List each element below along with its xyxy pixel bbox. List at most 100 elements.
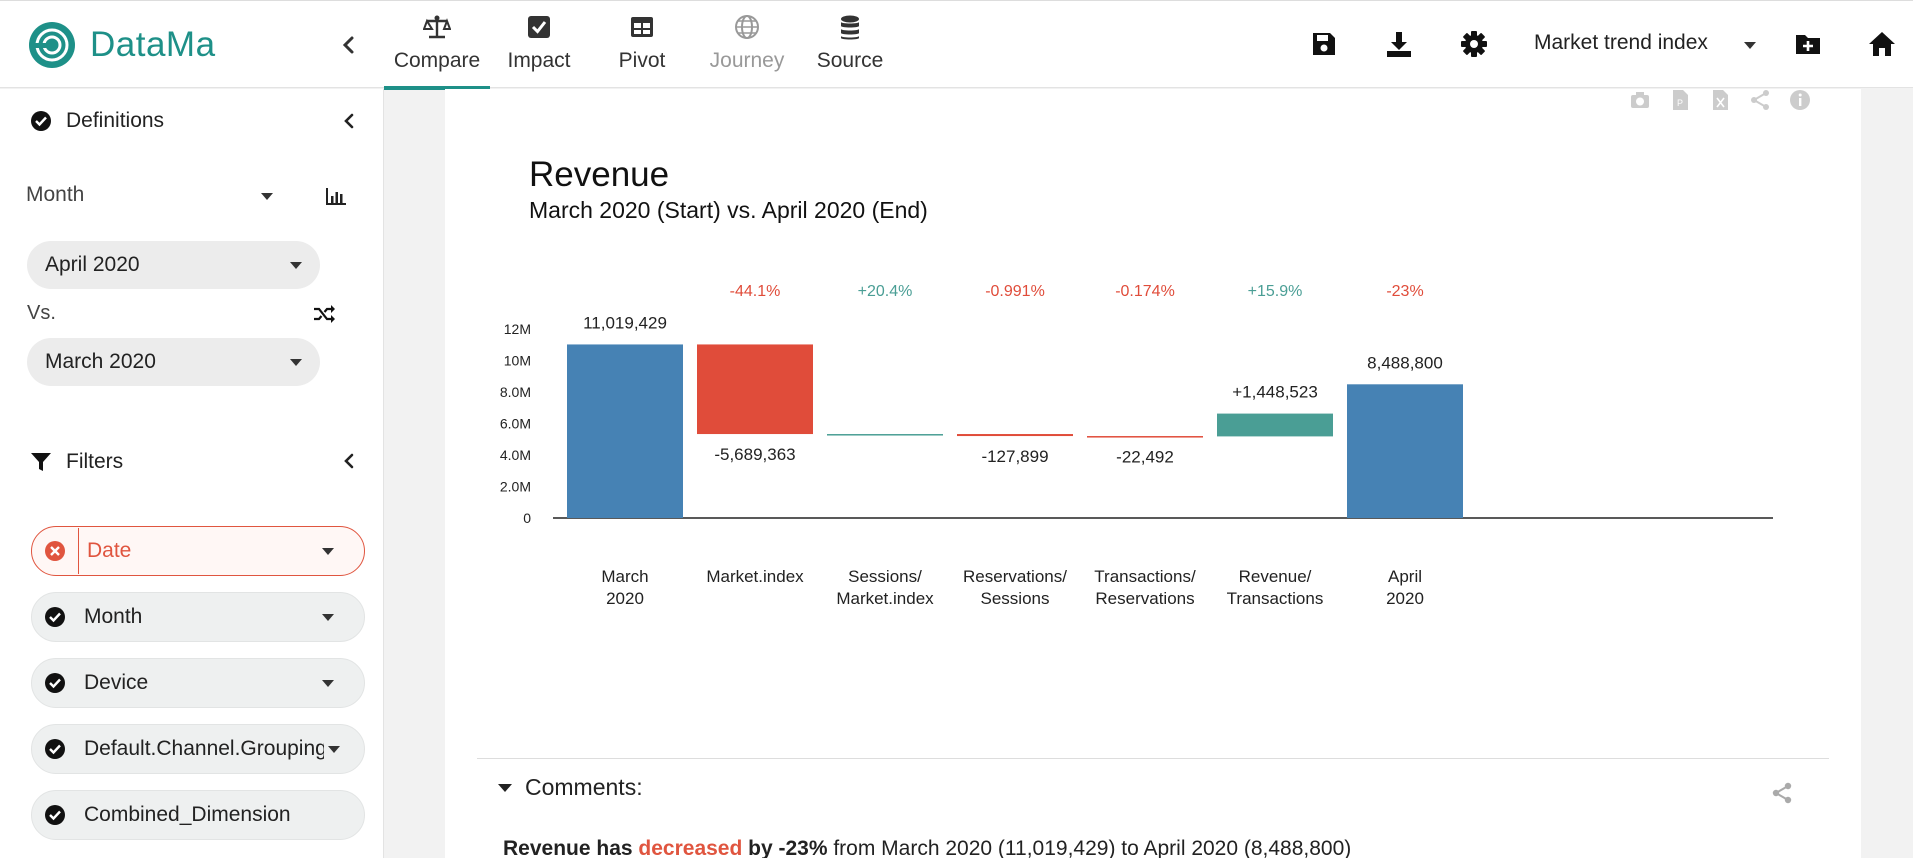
caret-down-icon: [322, 548, 334, 555]
filter-label: Device: [84, 671, 149, 694]
filters-label: Filters: [66, 450, 124, 473]
waterfall-bar: [1217, 413, 1333, 437]
data-label: -127,899: [981, 447, 1048, 466]
camera-icon[interactable]: [1629, 89, 1651, 111]
filter-device[interactable]: Device: [31, 658, 365, 708]
comment-has: has: [590, 837, 639, 858]
caret-down-icon: [322, 680, 334, 687]
tab-source[interactable]: Source: [810, 1, 890, 89]
x-tick-label: March: [601, 567, 648, 586]
filter-funnel-icon: [31, 453, 51, 471]
bar-chart-icon[interactable]: [324, 185, 348, 207]
top-bar: DataMa Compare Impact Pivot Journey Sour…: [0, 0, 1913, 90]
tab-compare[interactable]: Compare: [384, 1, 490, 90]
filter-month[interactable]: Month: [31, 592, 365, 642]
x-tick-label: Transactions/: [1094, 567, 1196, 586]
pct-change-label: +15.9%: [1248, 283, 1303, 300]
table-icon: [631, 17, 653, 37]
x-tick-label: Sessions: [981, 589, 1050, 608]
home-icon[interactable]: [1867, 29, 1897, 59]
x-tick-label: Market.index: [836, 589, 934, 608]
tab-source-label: Source: [816, 49, 884, 72]
waterfall-bar: [827, 434, 943, 436]
shuffle-icon[interactable]: [312, 303, 336, 325]
y-tick-label: 12M: [504, 321, 531, 337]
filter-default-channel-grouping[interactable]: Default.Channel.Grouping: [31, 724, 365, 774]
divider: [78, 528, 79, 574]
index-select[interactable]: Market trend index: [1534, 31, 1708, 55]
y-tick-label: 4.0M: [500, 447, 531, 463]
filter-date[interactable]: Date: [31, 526, 365, 576]
comment-direction: decreased: [638, 837, 743, 858]
data-label: +1,448,523: [1232, 383, 1318, 402]
check-circle-icon: [31, 111, 51, 131]
y-tick-label: 6.0M: [500, 416, 531, 432]
x-tick-label: Market.index: [706, 567, 804, 586]
y-tick-label: 0: [523, 510, 531, 526]
globe-icon: [735, 15, 759, 39]
tab-pivot[interactable]: Pivot: [603, 1, 681, 89]
y-tick-label: 8.0M: [500, 384, 531, 400]
brand-logo[interactable]: DataMa: [28, 21, 216, 69]
tab-impact[interactable]: Impact: [498, 1, 580, 89]
waterfall-bar: [1347, 384, 1463, 518]
definitions-header[interactable]: Definitions: [30, 109, 164, 133]
filter-label: Date: [87, 539, 132, 562]
waterfall-chart: 0 2.0M 4.0M 6.0M 8.0M 10M 12M 11,019,429 March 20…: [500, 283, 1773, 608]
chevron-left-icon[interactable]: [338, 450, 360, 472]
error-circle-icon: [45, 541, 65, 561]
compare-select[interactable]: March 2020: [27, 338, 320, 386]
x-tick-label: April: [1388, 567, 1422, 586]
card-toolbar: P: [1629, 89, 1811, 111]
datama-logo-icon: [29, 22, 75, 68]
pdf-file-icon[interactable]: P: [1669, 89, 1691, 111]
compare-value: March 2020: [45, 350, 156, 373]
x-tick-label: Sessions/: [848, 567, 922, 586]
check-circle-icon: [45, 739, 65, 759]
scale-icon: [423, 15, 451, 39]
save-icon[interactable]: [1309, 29, 1339, 59]
divider: [477, 758, 1829, 759]
pct-change-label: -0.991%: [985, 283, 1045, 300]
caret-down-icon[interactable]: [1742, 37, 1758, 53]
caret-down-icon[interactable]: [259, 188, 275, 204]
check-circle-icon: [45, 805, 65, 825]
chart-title: Revenue: [529, 155, 670, 194]
chevron-left-icon[interactable]: [338, 110, 360, 132]
x-tick-label: Revenue/: [1239, 567, 1312, 586]
info-icon[interactable]: [1789, 89, 1811, 111]
caret-down-icon: [328, 746, 340, 753]
add-folder-icon[interactable]: [1793, 29, 1823, 59]
filter-combined-dimension[interactable]: Combined_Dimension: [31, 790, 365, 840]
caret-down-icon: [290, 359, 302, 366]
pct-change-label: +20.4%: [858, 283, 913, 300]
database-icon: [841, 15, 859, 40]
comment-summary: Revenue has decreased by -23% from March…: [503, 837, 1351, 858]
definitions-label: Definitions: [66, 109, 165, 132]
caret-down-icon: [290, 262, 302, 269]
granularity-select[interactable]: Month: [26, 183, 84, 207]
caret-down-icon: [498, 783, 512, 792]
chart-subtitle: March 2020 (Start) vs. April 2020 (End): [529, 197, 928, 223]
tab-impact-label: Impact: [507, 49, 571, 72]
comments-toggle[interactable]: Comments:: [497, 774, 643, 801]
share-icon[interactable]: [1749, 89, 1771, 111]
excel-file-icon[interactable]: [1709, 89, 1731, 111]
period-select[interactable]: April 2020: [27, 241, 320, 289]
settings-gear-icon[interactable]: [1459, 29, 1489, 59]
y-tick-label: 10M: [504, 353, 531, 369]
comments-heading: Comments:: [525, 774, 643, 800]
tab-journey-label: Journey: [709, 49, 785, 72]
waterfall-bar: [1087, 436, 1203, 438]
x-tick-label: 2020: [1386, 589, 1424, 608]
waterfall-bar: [957, 434, 1073, 437]
data-label: 8,488,800: [1367, 353, 1443, 372]
tab-journey[interactable]: Journey: [704, 1, 790, 89]
pct-change-label: -23%: [1386, 283, 1423, 300]
collapse-sidebar-icon[interactable]: [337, 31, 361, 59]
data-label: -22,492: [1116, 447, 1174, 466]
share-icon[interactable]: [1770, 781, 1794, 805]
download-icon[interactable]: [1384, 29, 1414, 59]
waterfall-bar: [697, 344, 813, 435]
filters-header[interactable]: Filters: [30, 450, 123, 474]
